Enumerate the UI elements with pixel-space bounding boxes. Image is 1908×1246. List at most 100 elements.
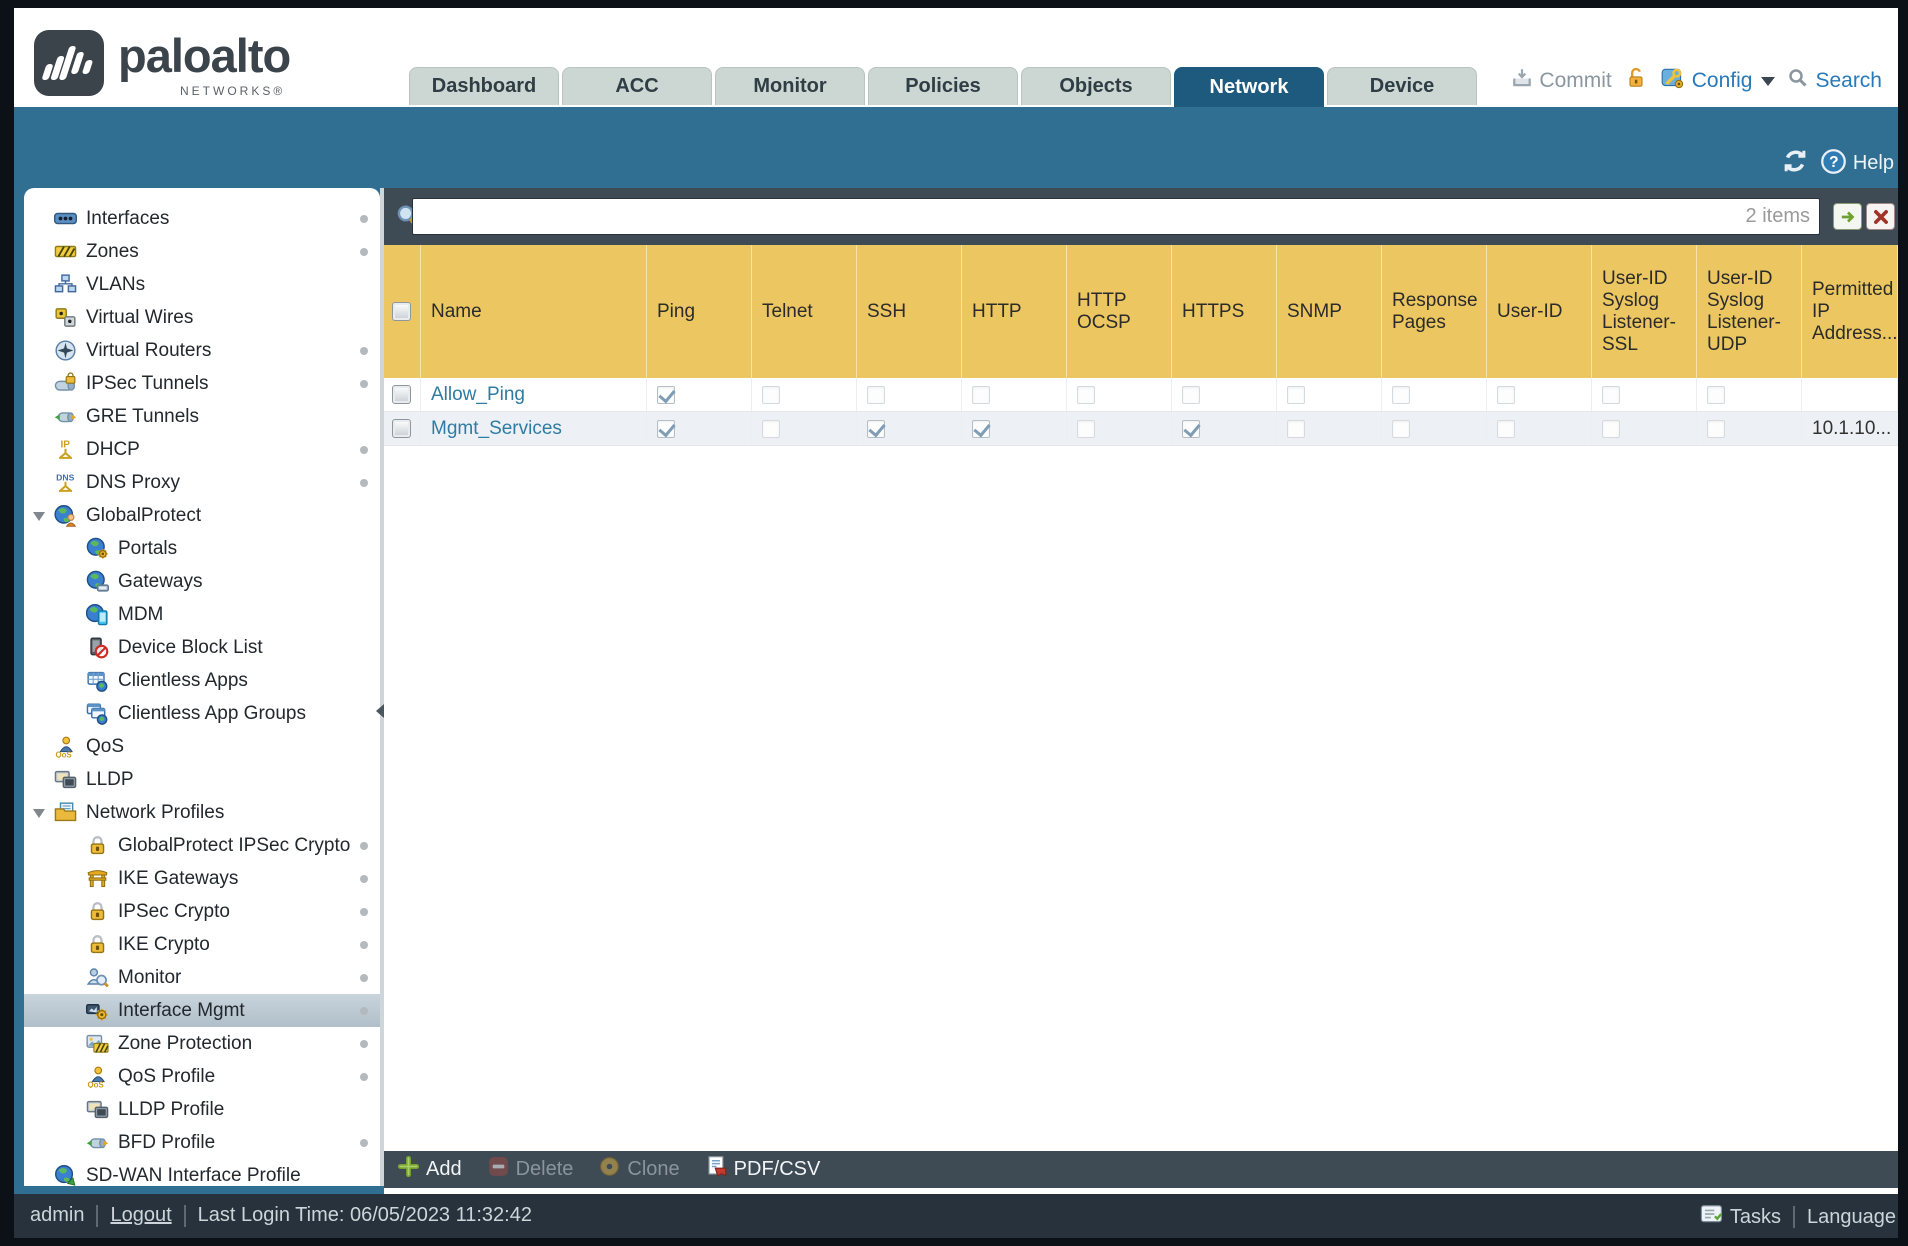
global-search-button[interactable]: Search — [1787, 67, 1882, 95]
clientless-apps-icon — [86, 669, 109, 692]
permitted-ip-cell — [1802, 378, 1898, 411]
column-header-http[interactable]: HTTP — [962, 245, 1067, 378]
logout-link[interactable]: Logout — [110, 1204, 171, 1227]
sidebar-item-label: Interfaces — [86, 207, 170, 229]
clone-button[interactable]: Clone — [599, 1156, 680, 1183]
column-header-ping[interactable]: Ping — [647, 245, 752, 378]
tab-device[interactable]: Device — [1327, 67, 1477, 105]
sidebar-item-gre-tunnels[interactable]: GRE Tunnels — [24, 400, 380, 433]
column-header-user-id-syslog-udp[interactable]: User-ID Syslog Listener-UDP — [1697, 245, 1802, 378]
refresh-icon[interactable] — [1780, 146, 1810, 181]
column-header-telnet[interactable]: Telnet — [752, 245, 857, 378]
sidebar-item-gateways[interactable]: Gateways — [24, 565, 380, 598]
sidebar-item-ipsec-tunnels[interactable]: IPSec Tunnels — [24, 367, 380, 400]
item-dot — [360, 1007, 368, 1015]
sidebar-item-network-profiles[interactable]: Network Profiles — [24, 796, 380, 829]
sidebar-item-zone-protection[interactable]: Zone Protection — [24, 1027, 380, 1060]
filter-input[interactable] — [412, 198, 1820, 235]
column-header-user-id-syslog-ssl[interactable]: User-ID Syslog Listener-SSL — [1592, 245, 1697, 378]
sidebar-item-vlans[interactable]: VLANs — [24, 268, 380, 301]
mdm-icon — [86, 603, 109, 626]
sidebar-item-ike-crypto[interactable]: IKE Crypto — [24, 928, 380, 961]
collapse-sidebar-icon[interactable] — [376, 704, 384, 718]
sidebar-item-globalprotect[interactable]: GlobalProtect — [24, 499, 380, 532]
tab-network[interactable]: Network — [1174, 67, 1324, 107]
expand-arrow-icon[interactable] — [33, 809, 45, 818]
sidebar-item-mdm[interactable]: MDM — [24, 598, 380, 631]
sidebar-item-zones[interactable]: Zones — [24, 235, 380, 268]
sidebar-item-ipsec-crypto[interactable]: IPSec Crypto — [24, 895, 380, 928]
help-label: Help — [1852, 152, 1894, 174]
sidebar-item-lldp-profile[interactable]: LLDP Profile — [24, 1093, 380, 1126]
item-dot — [360, 380, 368, 388]
delete-button[interactable]: Delete — [488, 1156, 573, 1183]
sidebar-item-monitor[interactable]: Monitor — [24, 961, 380, 994]
sidebar-item-ike-gateways[interactable]: IKE Gateways — [24, 862, 380, 895]
user-id-checkbox — [1497, 419, 1515, 438]
telnet-checkbox — [762, 419, 780, 438]
tab-objects[interactable]: Objects — [1021, 67, 1171, 105]
column-header-name[interactable]: Name — [421, 245, 647, 378]
virtual-wires-icon — [54, 306, 77, 329]
zones-icon — [54, 240, 77, 263]
language-button[interactable]: Language — [1807, 1206, 1896, 1229]
delete-icon — [488, 1156, 509, 1183]
tab-policies[interactable]: Policies — [868, 67, 1018, 105]
sidebar-item-label: LLDP Profile — [118, 1098, 225, 1120]
apply-filter-button[interactable] — [1833, 203, 1862, 230]
sidebar-item-sd-wan-interface-profile[interactable]: SD-WAN Interface Profile — [24, 1159, 380, 1186]
paloalto-logo-icon — [34, 30, 104, 96]
sidebar-item-label: DHCP — [86, 438, 140, 460]
column-header-user-id[interactable]: User-ID — [1487, 245, 1592, 378]
tab-dashboard[interactable]: Dashboard — [409, 67, 559, 105]
column-header-response-pages[interactable]: Response Pages — [1382, 245, 1487, 378]
column-header-snmp[interactable]: SNMP — [1277, 245, 1382, 378]
sidebar-item-dns-proxy[interactable]: DNS Proxy — [24, 466, 380, 499]
add-button[interactable]: Add — [397, 1155, 462, 1183]
column-header-permitted-ip[interactable]: Permitted IP Address... — [1802, 245, 1898, 378]
brand-sub: NETWORKS® — [180, 84, 286, 98]
row-select-checkbox[interactable] — [392, 419, 411, 438]
clear-filter-button[interactable] — [1866, 203, 1895, 230]
sidebar-item-lldp[interactable]: LLDP — [24, 763, 380, 796]
sidebar-item-interfaces[interactable]: Interfaces — [24, 202, 380, 235]
expand-arrow-icon[interactable] — [33, 512, 45, 521]
sidebar-item-label: SD-WAN Interface Profile — [86, 1164, 301, 1186]
tasks-button[interactable]: Tasks — [1700, 1204, 1781, 1230]
sidebar-item-label: Interface Mgmt — [118, 999, 245, 1021]
https-checkbox — [1182, 385, 1200, 404]
sidebar-item-qos-profile[interactable]: QoS Profile — [24, 1060, 380, 1093]
tab-monitor[interactable]: Monitor — [715, 67, 865, 105]
config-menu-button[interactable]: Config — [1660, 65, 1776, 97]
sidebar-item-qos[interactable]: QoS — [24, 730, 380, 763]
sidebar-item-bfd-profile[interactable]: BFD Profile — [24, 1126, 380, 1159]
item-dot — [360, 941, 368, 949]
pdf-csv-button[interactable]: PDF/CSV — [706, 1155, 820, 1184]
lock-icon[interactable] — [1624, 66, 1648, 96]
select-all-checkbox[interactable] — [392, 302, 411, 321]
sidebar-item-virtual-routers[interactable]: Virtual Routers — [24, 334, 380, 367]
sidebar-item-globalprotect-ipsec-crypto[interactable]: GlobalProtect IPSec Crypto — [24, 829, 380, 862]
sidebar-item-virtual-wires[interactable]: Virtual Wires — [24, 301, 380, 334]
column-header-https[interactable]: HTTPS — [1172, 245, 1277, 378]
logged-in-user: admin — [30, 1204, 85, 1226]
row-select-checkbox[interactable] — [392, 385, 411, 404]
item-dot — [360, 974, 368, 982]
sidebar-item-clientless-app-groups[interactable]: Clientless App Groups — [24, 697, 380, 730]
sidebar-item-clientless-apps[interactable]: Clientless Apps — [24, 664, 380, 697]
help-button[interactable]: ? Help — [1820, 148, 1894, 180]
sidebar-item-portals[interactable]: Portals — [24, 532, 380, 565]
sidebar-item-label: Monitor — [118, 966, 182, 988]
column-header-http-ocsp[interactable]: HTTP OCSP — [1067, 245, 1172, 378]
tab-acc[interactable]: ACC — [562, 67, 712, 105]
sidebar-item-dhcp[interactable]: DHCP — [24, 433, 380, 466]
ike-crypto-icon — [86, 933, 109, 956]
profile-name-link[interactable]: Allow_Ping — [431, 384, 525, 406]
config-icon — [1660, 65, 1686, 97]
profile-name-link[interactable]: Mgmt_Services — [431, 418, 562, 440]
column-header-ssh[interactable]: SSH — [857, 245, 962, 378]
commit-button[interactable]: Commit — [1511, 67, 1612, 95]
sidebar-item-device-block-list[interactable]: Device Block List — [24, 631, 380, 664]
item-dot — [360, 842, 368, 850]
sidebar-item-interface-mgmt[interactable]: Interface Mgmt — [24, 994, 380, 1027]
